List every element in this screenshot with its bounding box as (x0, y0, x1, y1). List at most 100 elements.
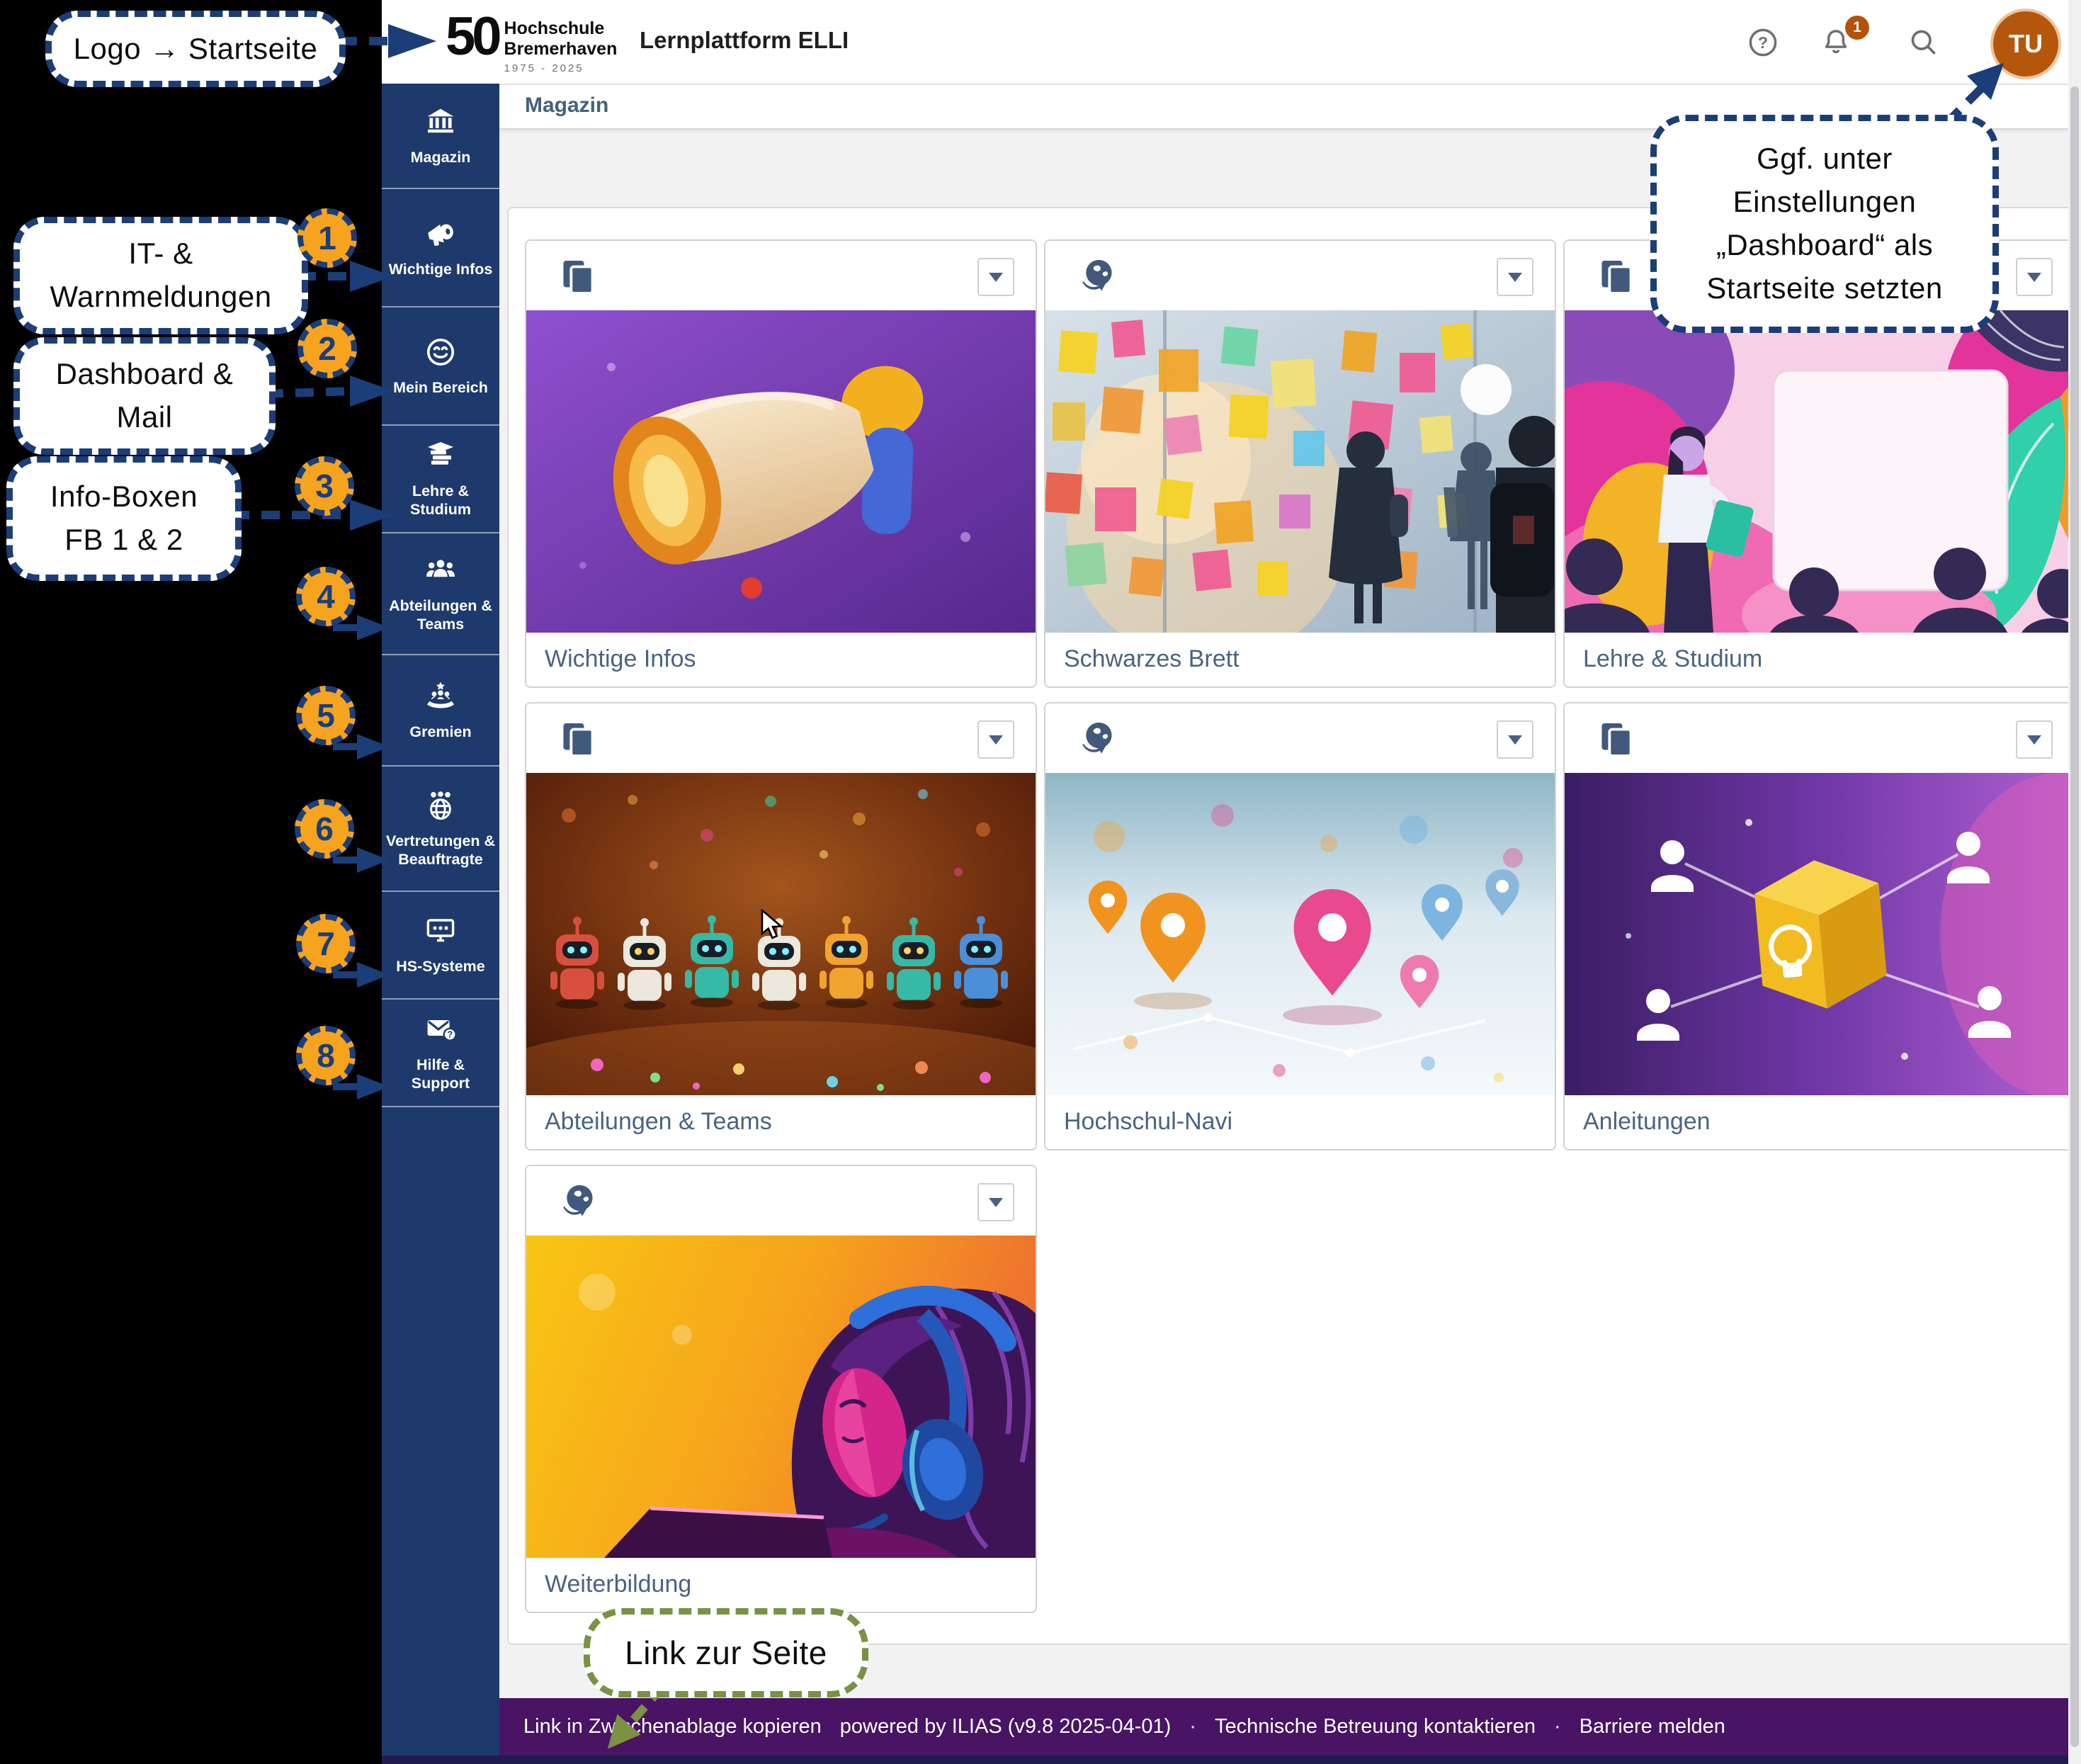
folder-icon (557, 719, 599, 760)
chevron-down-icon (1508, 735, 1522, 745)
svg-text:?: ? (447, 1029, 453, 1040)
tile-title[interactable]: Weiterbildung (526, 1558, 1036, 1610)
sidebar-item-wichtige-infos[interactable]: Wichtige Infos (382, 189, 499, 307)
annotated-screenshot: 50 Hochschule Bremerhaven 1975 - 2025 Le… (0, 0, 2081, 1764)
callout-logo-startseite: Logo → Startseite (45, 11, 346, 87)
tile-actions-dropdown[interactable] (977, 258, 1014, 296)
sidebar-item-label: Magazin (407, 149, 475, 167)
scrollbar-thumb[interactable] (2070, 86, 2079, 1747)
folder-icon (1596, 719, 1637, 760)
tile-header (526, 241, 1036, 310)
page-title: Lernplattform ELLI (640, 27, 849, 54)
callout-text: IT- & (128, 232, 193, 276)
step-badge-8: 8 (296, 1026, 356, 1085)
callout-dashboard-mail: Dashboard & Mail (13, 337, 276, 455)
callout-text: Mail (116, 396, 172, 439)
callout-dashboard-startseite: Ggf. unter Einstellungen „Dashboard“ als… (1650, 115, 1999, 333)
tile-weiterbildung[interactable]: Weiterbildung (525, 1165, 1037, 1613)
main-sidebar: Magazin Wichtige Infos Mein Bereich Lehr… (382, 84, 499, 1764)
card-image-presentation (1565, 310, 2074, 633)
tile-title[interactable]: Abteilungen & Teams (526, 1095, 1036, 1148)
callout-text: Warnmeldungen (50, 276, 271, 319)
callout-link-zur-seite: Link zur Seite (584, 1608, 868, 1697)
university-logo[interactable]: 50 Hochschule Bremerhaven 1975 - 2025 (446, 10, 617, 74)
bank-icon (424, 105, 458, 142)
logo-institution-line2: Bremerhaven (504, 39, 618, 60)
step-badge-1: 1 (297, 208, 357, 268)
footer-copy-permalink[interactable]: Link in Zwischenablage kopieren (523, 1715, 822, 1738)
footer-bar: Link in Zwischenablage kopieren powered … (499, 1698, 2081, 1755)
chevron-down-icon (989, 735, 1003, 745)
footer-contact-support[interactable]: Technische Betreuung kontaktieren (1215, 1715, 1536, 1738)
sidebar-item-hilfe-support[interactable]: ? Hilfe & Support (382, 1000, 499, 1107)
megaphone-icon (424, 217, 458, 254)
tile-actions-dropdown[interactable] (2016, 720, 2053, 759)
tile-actions-dropdown[interactable] (977, 720, 1014, 759)
sidebar-item-label: Mein Bereich (390, 379, 492, 397)
arrow-dashboard-callout (265, 391, 353, 394)
sidebar-item-label: Vertretungen & Beauftragte (382, 832, 499, 869)
tile-title[interactable]: Hochschul-Navi (1045, 1095, 1555, 1148)
top-header: 50 Hochschule Bremerhaven 1975 - 2025 Le… (382, 0, 2081, 85)
sidebar-item-label: Gremien (406, 723, 475, 742)
logo-years: 1975 - 2025 (504, 62, 618, 74)
card-image-sticky-notes (1045, 310, 1555, 633)
sidebar-item-label: Wichtige Infos (385, 261, 497, 279)
tile-title[interactable]: Anleitungen (1565, 1095, 2074, 1148)
tile-anleitungen[interactable]: Anleitungen (1563, 702, 2075, 1150)
sidebar-item-mein-bereich[interactable]: Mein Bereich (382, 307, 499, 426)
sidebar-item-lehre-studium[interactable]: Lehre & Studium (382, 426, 499, 533)
logo-50-mark: 50 (446, 10, 499, 74)
callout-text: FB 1 & 2 (64, 519, 183, 562)
callout-infoboxen: Info-Boxen FB 1 & 2 (6, 456, 242, 581)
globe-people-icon (424, 788, 458, 826)
tile-actions-dropdown[interactable] (977, 1183, 1014, 1221)
sidebar-item-label: Abteilungen & Teams (382, 597, 499, 634)
mail-question-icon: ? (424, 1012, 458, 1050)
callout-it-warnmeldungen: IT- & Warnmeldungen (13, 217, 308, 334)
tile-title[interactable]: Lehre & Studium (1565, 633, 2074, 685)
sidebar-item-label: Lehre & Studium (382, 482, 499, 519)
sidebar-item-abteilungen-teams[interactable]: Abteilungen & Teams (382, 533, 499, 655)
sidebar-item-magazin[interactable]: Magazin (382, 84, 499, 189)
card-image-lightbulb (1565, 773, 2074, 1095)
people-group-icon (424, 553, 458, 591)
link-icon (1077, 719, 1118, 760)
search-icon[interactable] (1907, 26, 1940, 59)
folder-icon (557, 256, 599, 298)
user-avatar[interactable]: TU (1990, 9, 2061, 79)
tile-actions-dropdown[interactable] (1497, 720, 1533, 759)
books-icon (424, 439, 458, 476)
step-badge-5: 5 (296, 686, 356, 745)
callout-text: Dashboard & (56, 353, 234, 396)
tile-actions-dropdown[interactable] (2016, 258, 2053, 296)
sidebar-item-vertretungen[interactable]: Vertretungen & Beauftragte (382, 767, 499, 892)
sidebar-item-hs-systeme[interactable]: HS-Systeme (382, 892, 499, 1000)
callout-text: Logo → Startseite (74, 28, 318, 71)
tile-title[interactable]: Wichtige Infos (526, 633, 1036, 685)
tile-actions-dropdown[interactable] (1497, 258, 1533, 296)
tile-schwarzes-brett[interactable]: Schwarzes Brett (1044, 239, 1556, 688)
tile-header (526, 703, 1036, 773)
sidebar-item-label: Hilfe & Support (382, 1056, 499, 1093)
notification-count-badge[interactable]: 1 (1845, 16, 1869, 40)
logo-institution-line1: Hochschule (504, 18, 618, 39)
step-badge-6: 6 (295, 799, 354, 859)
committee-icon (424, 679, 458, 717)
breadcrumb[interactable]: Magazin (525, 94, 608, 118)
tile-title[interactable]: Schwarzes Brett (1045, 633, 1555, 685)
chevron-down-icon (989, 1198, 1003, 1207)
smiley-icon (424, 335, 458, 373)
tile-wichtige-infos[interactable]: Wichtige Infos (525, 239, 1037, 688)
callout-text: „Dashboard“ als (1716, 224, 1933, 267)
tile-hochschul-navi[interactable]: Hochschul-Navi (1044, 702, 1556, 1150)
footer-report-barrier[interactable]: Barriere melden (1580, 1715, 1725, 1738)
step-badge-4: 4 (296, 567, 356, 626)
step-badge-2: 2 (297, 319, 357, 378)
tile-header (1045, 241, 1555, 310)
callout-text: Startseite setzten (1706, 267, 1943, 310)
help-icon[interactable]: ? (1747, 26, 1779, 59)
mouse-cursor (759, 909, 789, 942)
footer-powered-by-ilias[interactable]: powered by ILIAS (v9.8 2025-04-01) (840, 1715, 1172, 1738)
sidebar-item-gremien[interactable]: Gremien (382, 655, 499, 767)
